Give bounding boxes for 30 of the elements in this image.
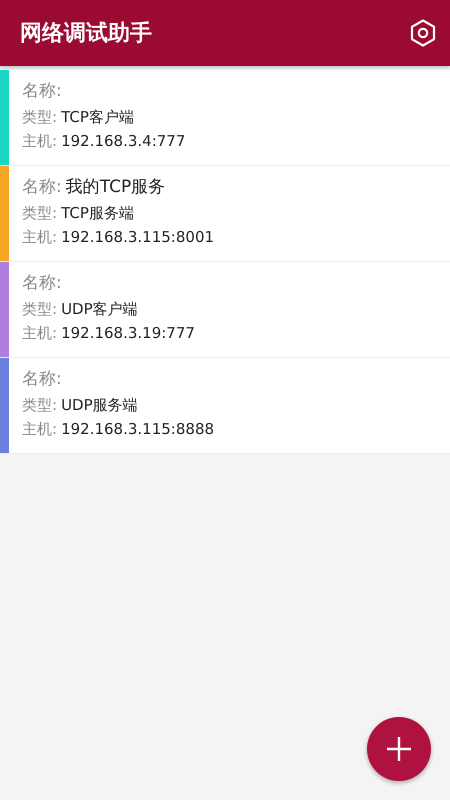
- host-address: 192.168.3.4:777: [61, 132, 186, 150]
- field-label: 类型:: [22, 108, 58, 127]
- connection-name: 我的TCP服务: [66, 176, 166, 198]
- connection-type: UDP客户端: [61, 300, 138, 319]
- connection-type: UDP服务端: [61, 396, 138, 415]
- settings-icon: [410, 19, 436, 47]
- field-label: 主机:: [22, 132, 58, 151]
- connection-type: TCP客户端: [61, 108, 134, 127]
- connection-card[interactable]: 名称: 类型: UDP客户端 主机: 192.168.3.19:777: [0, 262, 450, 358]
- connection-card[interactable]: 名称: 我的TCP服务 类型: TCP服务端 主机: 192.168.3.115:8001: [0, 166, 450, 262]
- host-address: 192.168.3.19:777: [61, 324, 195, 342]
- field-label: 名称:: [22, 80, 62, 102]
- connection-card[interactable]: 名称: 类型: TCP客户端 主机: 192.168.3.4:777: [0, 70, 450, 166]
- field-label: 名称:: [22, 176, 62, 198]
- field-label: 名称:: [22, 272, 62, 294]
- field-label: 名称:: [22, 368, 62, 390]
- plus-icon: [386, 736, 412, 762]
- field-label: 类型:: [22, 396, 58, 415]
- add-button[interactable]: [367, 717, 431, 781]
- connection-card[interactable]: 名称: 类型: UDP服务端 主机: 192.168.3.115:8888: [0, 358, 450, 454]
- field-label: 主机:: [22, 324, 58, 343]
- settings-button[interactable]: [410, 19, 436, 47]
- app-title: 网络调试助手: [20, 20, 152, 48]
- host-address: 192.168.3.115:8888: [61, 420, 214, 438]
- field-label: 类型:: [22, 300, 58, 319]
- field-label: 类型:: [22, 204, 58, 223]
- field-label: 主机:: [22, 228, 58, 247]
- field-label: 主机:: [22, 420, 58, 439]
- connection-type: TCP服务端: [61, 204, 134, 223]
- host-address: 192.168.3.115:8001: [61, 228, 214, 246]
